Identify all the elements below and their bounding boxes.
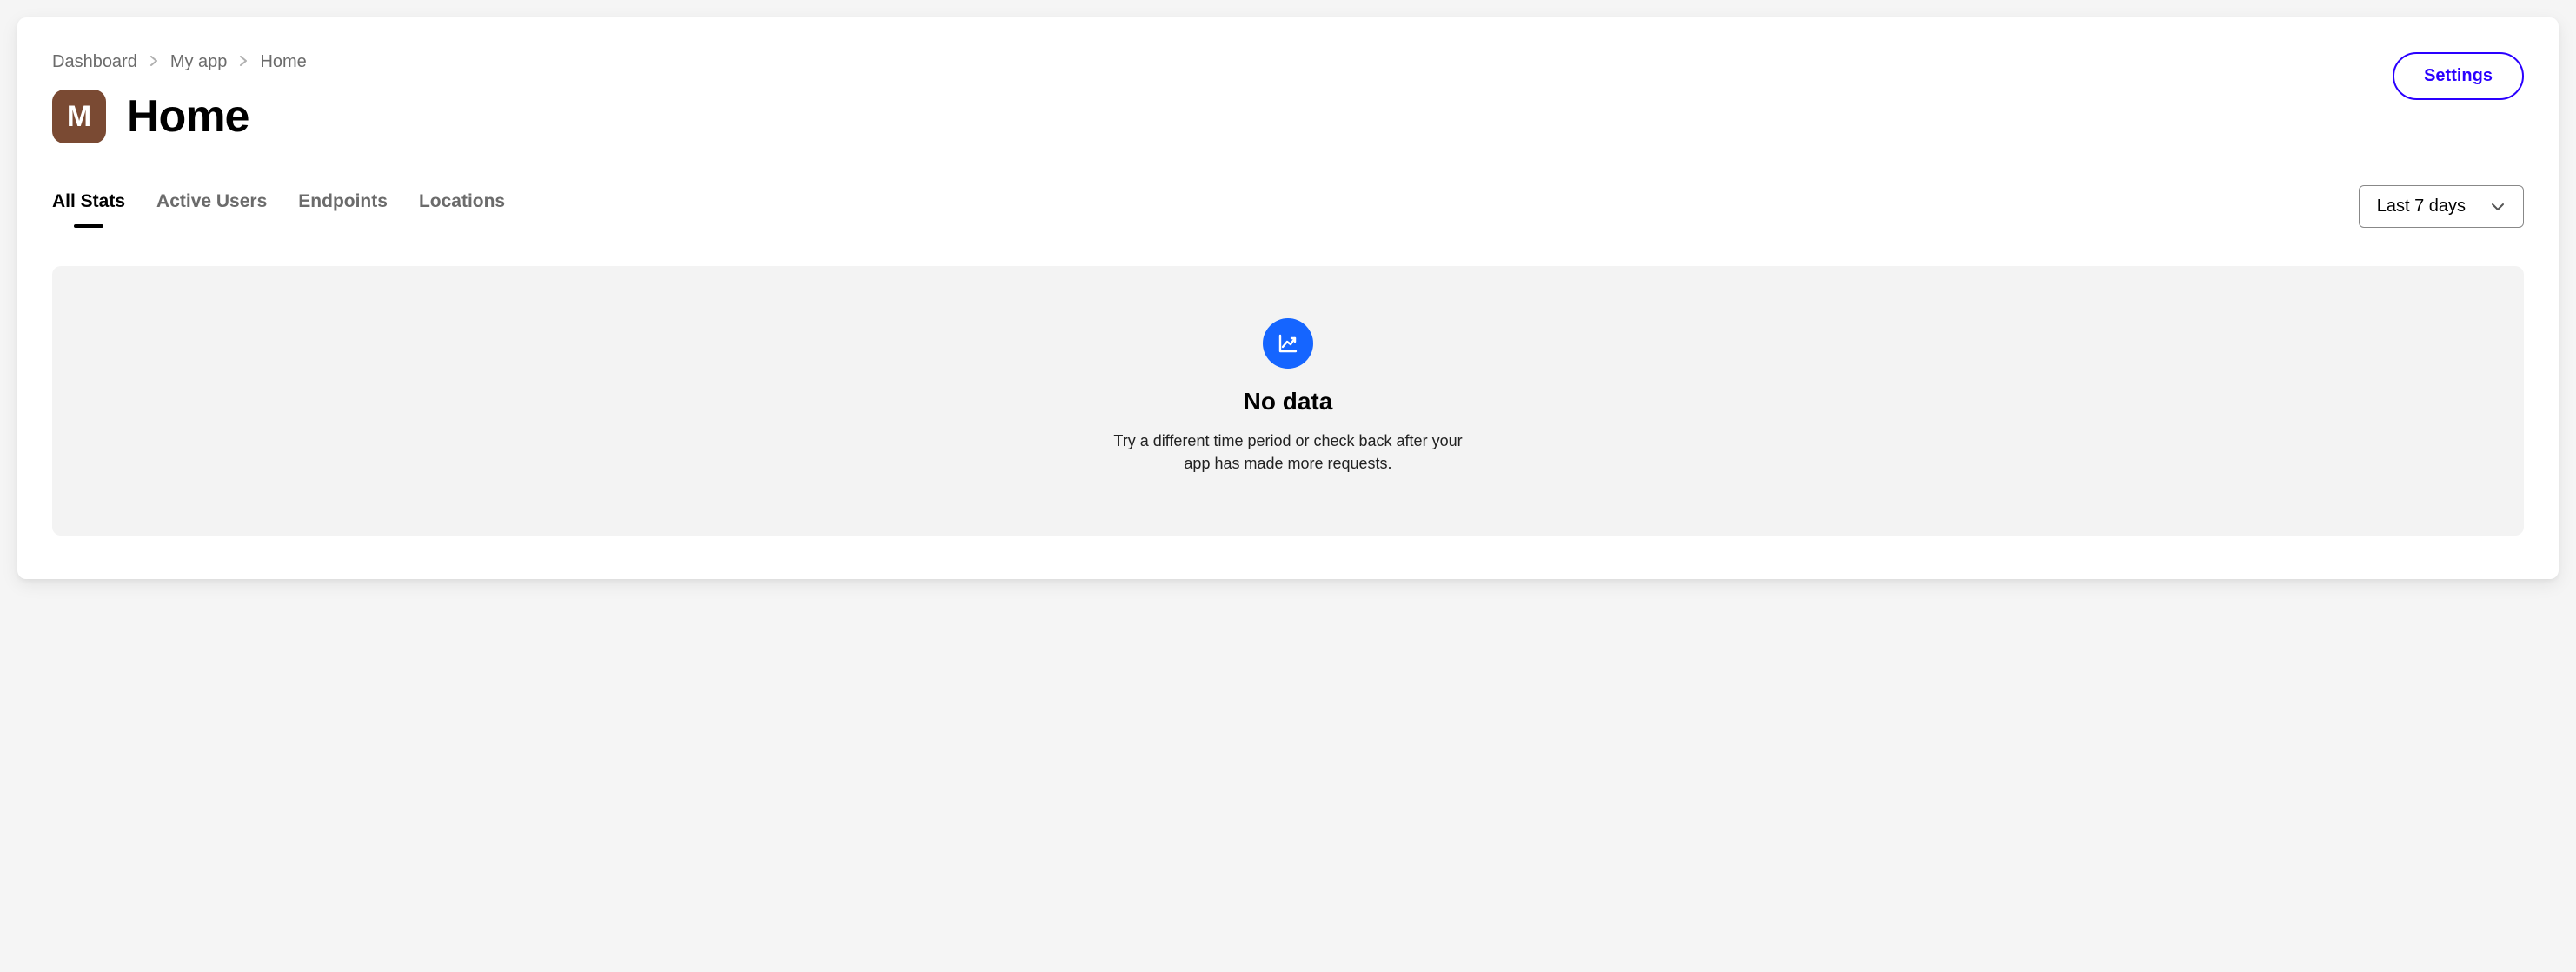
empty-state-title: No data [1244, 388, 1333, 416]
tab-locations[interactable]: Locations [419, 191, 505, 223]
tab-all-stats[interactable]: All Stats [52, 191, 125, 223]
tabs: All Stats Active Users Endpoints Locatio… [52, 191, 505, 223]
breadcrumb: Dashboard My app Home [52, 52, 307, 72]
time-range-select[interactable]: Last 7 days [2359, 185, 2524, 228]
time-range-value: Last 7 days [2377, 196, 2466, 216]
tab-endpoints[interactable]: Endpoints [298, 191, 388, 223]
chart-icon [1263, 318, 1313, 369]
main-card: Dashboard My app Home M Home Settings [17, 17, 2559, 579]
app-icon: M [52, 90, 106, 143]
empty-state-panel: No data Try a different time period or c… [52, 266, 2524, 536]
chevron-right-icon [149, 55, 158, 70]
chevron-right-icon [239, 55, 248, 70]
tab-active-users[interactable]: Active Users [156, 191, 267, 223]
settings-button[interactable]: Settings [2393, 52, 2524, 100]
empty-state-body: Try a different time period or check bac… [1101, 429, 1475, 475]
breadcrumb-item-home[interactable]: Home [260, 52, 306, 72]
breadcrumb-item-my-app[interactable]: My app [170, 52, 228, 72]
chevron-down-icon [2490, 199, 2506, 215]
page-title: Home [127, 90, 249, 143]
breadcrumb-item-dashboard[interactable]: Dashboard [52, 52, 137, 72]
